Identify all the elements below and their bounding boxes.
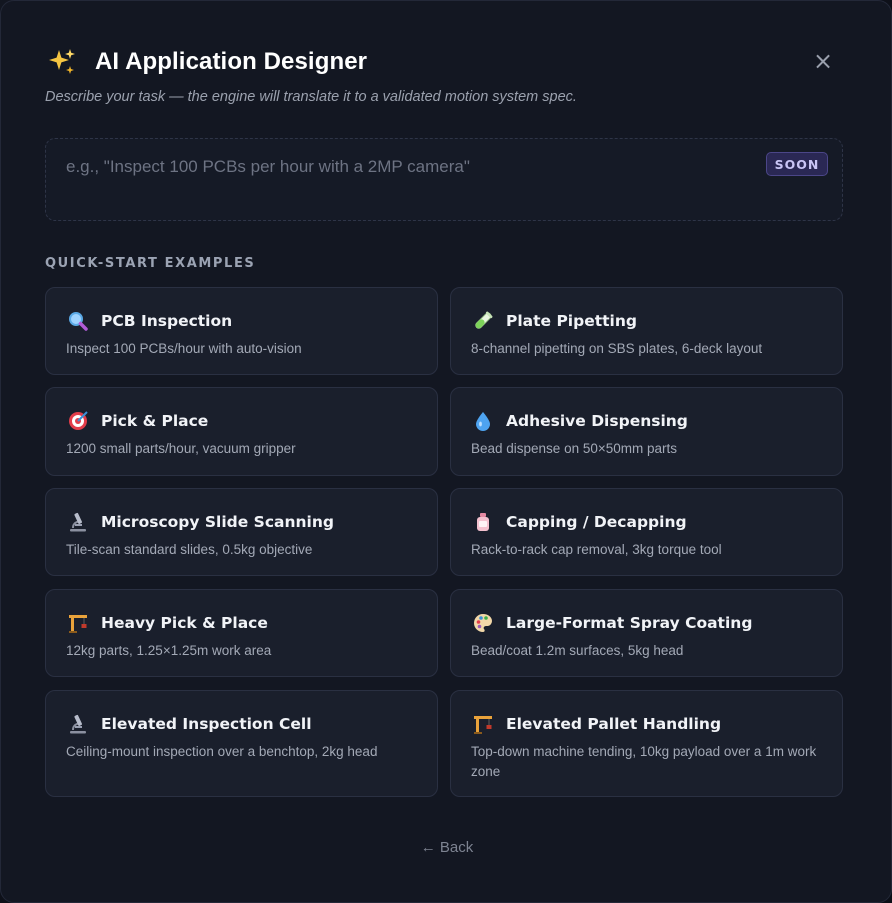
example-description: 1200 small parts/hour, vacuum gripper [66, 441, 296, 456]
task-prompt-area: SOON [45, 138, 843, 221]
microscope-icon [66, 510, 90, 534]
example-card-pick-and-place[interactable]: Pick & Place 1200 small parts/hour, vacu… [45, 387, 438, 476]
dialog-header: AI Application Designer [45, 45, 367, 79]
example-description: Bead/coat 1.2m surfaces, 5kg head [471, 643, 684, 658]
card-title-row: Elevated Pallet Handling [471, 712, 721, 736]
dialog-subtitle: Describe your task — the engine will tra… [45, 89, 577, 105]
card-title-row: Adhesive Dispensing [471, 409, 688, 433]
example-card-adhesive-dispensing[interactable]: Adhesive Dispensing Bead dispense on 50×… [450, 387, 843, 476]
dialog-title: AI Application Designer [95, 48, 368, 75]
example-description: 12kg parts, 1.25×1.25m work area [66, 643, 272, 658]
example-title: Plate Pipetting [506, 312, 637, 330]
example-card-microscopy-slide-scanning[interactable]: Microscopy Slide Scanning Tile-scan stan… [45, 488, 438, 576]
card-title-row: Microscopy Slide Scanning [66, 510, 334, 534]
magnifier-icon [66, 309, 90, 333]
example-description: Top-down machine tending, 10kg payload o… [471, 744, 817, 779]
crane-icon [66, 611, 90, 635]
example-title: Microscopy Slide Scanning [101, 513, 334, 531]
back-button[interactable]: ← Back [421, 839, 474, 856]
task-description-input[interactable] [66, 157, 746, 177]
example-title: Capping / Decapping [506, 513, 687, 531]
crane-icon [471, 712, 495, 736]
example-description: Tile-scan standard slides, 0.5kg objecti… [66, 542, 313, 557]
card-title-row: Large-Format Spray Coating [471, 611, 752, 635]
example-card-heavy-pick-and-place[interactable]: Heavy Pick & Place 12kg parts, 1.25×1.25… [45, 589, 438, 677]
close-icon[interactable]: × [813, 49, 833, 73]
back-link-row: ← Back [1, 839, 892, 856]
quick-start-heading: QUICK-START EXAMPLES [45, 256, 256, 271]
card-title-row: PCB Inspection [66, 309, 232, 333]
example-card-elevated-inspection-cell[interactable]: Elevated Inspection Cell Ceiling-mount i… [45, 690, 438, 797]
example-title: Elevated Pallet Handling [506, 715, 722, 733]
coming-soon-badge: SOON [766, 152, 828, 176]
close-button[interactable]: × [809, 47, 837, 75]
card-title-row: Capping / Decapping [471, 510, 687, 534]
example-title: Heavy Pick & Place [101, 614, 268, 632]
example-card-capping-decapping[interactable]: Capping / Decapping Rack-to-rack cap rem… [450, 488, 843, 576]
example-card-elevated-pallet-handling[interactable]: Elevated Pallet Handling Top-down machin… [450, 690, 843, 797]
example-title: PCB Inspection [101, 312, 233, 330]
example-card-pcb-inspection[interactable]: PCB Inspection Inspect 100 PCBs/hour wit… [45, 287, 438, 375]
test-tube-icon [471, 309, 495, 333]
ai-application-designer-dialog: AI Application Designer × Describe your … [0, 0, 892, 903]
example-card-plate-pipetting[interactable]: Plate Pipetting 8-channel pipetting on S… [450, 287, 843, 375]
example-title: Adhesive Dispensing [506, 412, 688, 430]
palette-icon [471, 611, 495, 635]
example-title: Large-Format Spray Coating [506, 614, 753, 632]
example-description: Inspect 100 PCBs/hour with auto-vision [66, 341, 302, 356]
example-title: Elevated Inspection Cell [101, 715, 312, 733]
target-icon [66, 409, 90, 433]
card-title-row: Heavy Pick & Place [66, 611, 268, 635]
example-description: Ceiling-mount inspection over a benchtop… [66, 744, 378, 759]
example-title: Pick & Place [101, 412, 209, 430]
example-card-large-format-spray-coating[interactable]: Large-Format Spray Coating Bead/coat 1.2… [450, 589, 843, 677]
microscope-icon [66, 712, 90, 736]
card-title-row: Elevated Inspection Cell [66, 712, 312, 736]
card-title-row: Pick & Place [66, 409, 208, 433]
droplet-icon [471, 409, 495, 433]
bottle-icon [471, 510, 495, 534]
card-title-row: Plate Pipetting [471, 309, 637, 333]
sparkles-icon [45, 45, 79, 79]
example-description: Rack-to-rack cap removal, 3kg torque too… [471, 542, 722, 557]
example-description: Bead dispense on 50×50mm parts [471, 441, 678, 456]
example-description: 8-channel pipetting on SBS plates, 6-dec… [471, 341, 763, 356]
